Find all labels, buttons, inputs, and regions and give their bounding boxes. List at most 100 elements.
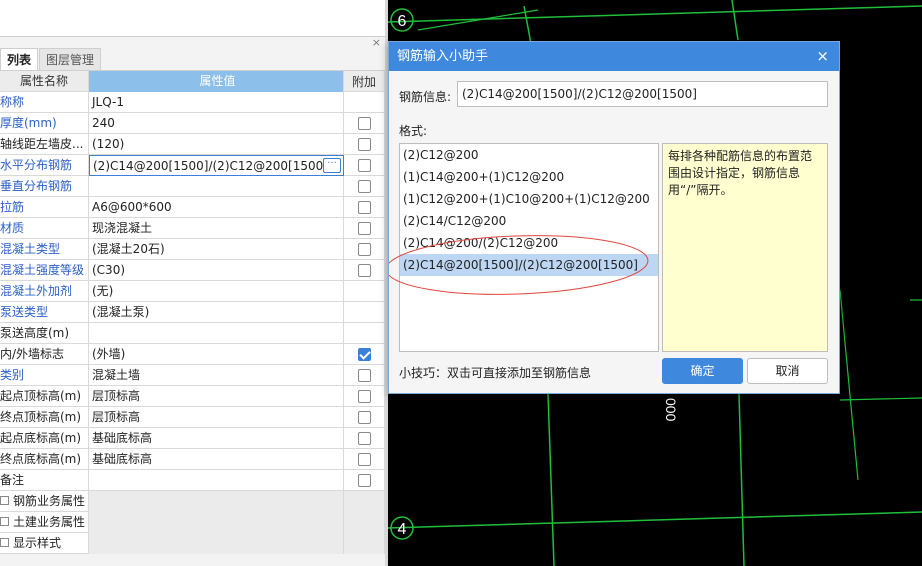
- property-row[interactable]: 水平分布钢筋 (2)C14@200[1500]/(2)C12@200[1500] ·…: [0, 155, 385, 176]
- checkbox[interactable]: [357, 369, 371, 382]
- property-row[interactable]: 混凝土外加剂 (无): [0, 281, 385, 302]
- hint-text: 小技巧：双击可直接添加至钢筋信息: [399, 366, 592, 380]
- add-cell: [344, 239, 385, 260]
- property-row[interactable]: 厚度(mm) 240: [0, 113, 385, 134]
- checkbox[interactable]: [357, 474, 371, 487]
- property-row[interactable]: 终点顶标高(m) 层顶标高: [0, 407, 385, 428]
- expand-icon[interactable]: [0, 538, 9, 547]
- property-row[interactable]: 称称 JLQ-1: [0, 92, 385, 113]
- property-value-text: A6@600*600: [92, 200, 172, 214]
- property-name: 厚度(mm): [0, 113, 89, 134]
- format-item[interactable]: (2)C12@200: [400, 144, 658, 166]
- property-value[interactable]: 240: [89, 113, 344, 134]
- checkbox[interactable]: [357, 222, 371, 235]
- format-item[interactable]: (1)C12@200+(1)C10@200+(1)C12@200: [400, 188, 658, 210]
- property-row[interactable]: 起点底标高(m) 基础底标高: [0, 428, 385, 449]
- format-item[interactable]: (2)C14@200/(2)C12@200: [400, 232, 658, 254]
- property-value[interactable]: 基础底标高: [89, 428, 344, 449]
- property-value[interactable]: 现浇混凝土: [89, 218, 344, 239]
- property-row[interactable]: 垂直分布钢筋: [0, 176, 385, 197]
- checkbox-checked[interactable]: [357, 348, 371, 361]
- property-value-text: 基础底标高: [92, 431, 153, 445]
- property-row[interactable]: 起点顶标高(m) 层顶标高: [0, 386, 385, 407]
- property-value-text: 现浇混凝土: [92, 221, 153, 235]
- property-row[interactable]: 拉筋 A6@600*600: [0, 197, 385, 218]
- property-group-label: 土建业务属性: [13, 515, 86, 529]
- rebar-info-label: 钢筋信息:: [399, 90, 452, 104]
- property-value[interactable]: JLQ-1: [89, 92, 344, 113]
- add-cell: [344, 428, 385, 449]
- property-value-text: (混凝土泵): [92, 305, 150, 319]
- property-value-text: 层顶标高: [92, 389, 141, 403]
- property-value[interactable]: [89, 470, 344, 491]
- property-value[interactable]: 混凝土墙: [89, 365, 344, 386]
- property-row[interactable]: 终点底标高(m) 基础底标高: [0, 449, 385, 470]
- property-value[interactable]: 层顶标高: [89, 386, 344, 407]
- add-cell: [344, 92, 385, 113]
- property-group-value: [89, 533, 344, 554]
- property-value[interactable]: A6@600*600: [89, 197, 344, 218]
- panel-close-icon[interactable]: ×: [372, 37, 381, 49]
- ellipsis-button[interactable]: ···: [323, 158, 341, 173]
- cancel-button[interactable]: 取消: [747, 358, 828, 384]
- format-item[interactable]: (1)C14@200+(1)C12@200: [400, 166, 658, 188]
- ok-button[interactable]: 确定: [662, 358, 743, 384]
- tab-list[interactable]: 列表: [0, 48, 39, 70]
- checkbox[interactable]: [357, 264, 371, 277]
- checkbox[interactable]: [357, 201, 371, 214]
- property-value[interactable]: 层顶标高: [89, 407, 344, 428]
- property-name: 混凝土强度等级: [0, 260, 89, 281]
- checkbox[interactable]: [357, 411, 371, 424]
- checkbox[interactable]: [357, 138, 371, 151]
- format-item-selected[interactable]: (2)C14@200[1500]/(2)C12@200[1500]: [400, 254, 658, 276]
- add-cell: [344, 155, 385, 176]
- tip-box: 每排各种配筋信息的布置范围由设计指定，钢筋信息用“/”隔开。: [662, 143, 828, 352]
- add-cell: [344, 113, 385, 134]
- property-row[interactable]: 混凝土强度等级 (C30): [0, 260, 385, 281]
- property-value[interactable]: (无): [89, 281, 344, 302]
- property-name: 终点底标高(m): [0, 449, 89, 470]
- property-row[interactable]: 内/外墙标志 (外墙): [0, 344, 385, 365]
- checkbox[interactable]: [357, 432, 371, 445]
- format-list[interactable]: (2)C12@200 (1)C14@200+(1)C12@200 (1)C12@…: [399, 143, 659, 352]
- dialog-close-icon[interactable]: ×: [816, 42, 829, 71]
- property-value[interactable]: (2)C14@200[1500]/(2)C12@200[1500] ···: [89, 155, 344, 176]
- add-cell: [344, 470, 385, 491]
- property-row[interactable]: 泵送类型 (混凝土泵): [0, 302, 385, 323]
- property-group-row[interactable]: 显示样式: [0, 533, 385, 554]
- axis-label-4: 4: [398, 521, 407, 538]
- property-value[interactable]: (混凝土20石): [89, 239, 344, 260]
- property-value-text: (120): [92, 137, 125, 151]
- column-header-add: 附加: [344, 71, 385, 92]
- property-value[interactable]: (120): [89, 134, 344, 155]
- property-row[interactable]: 类别 混凝土墙: [0, 365, 385, 386]
- property-value-text: (2)C14@200[1500]/(2)C12@200[1500]: [93, 159, 328, 173]
- property-row[interactable]: 材质 现浇混凝土: [0, 218, 385, 239]
- property-value[interactable]: [89, 323, 344, 344]
- property-value-text: 层顶标高: [92, 410, 141, 424]
- property-value[interactable]: [89, 176, 344, 197]
- checkbox[interactable]: [357, 180, 371, 193]
- format-item[interactable]: (2)C14/C12@200: [400, 210, 658, 232]
- property-value[interactable]: (C30): [89, 260, 344, 281]
- expand-icon[interactable]: [0, 517, 9, 526]
- property-row[interactable]: 混凝土类型 (混凝土20石): [0, 239, 385, 260]
- add-cell: [344, 491, 385, 512]
- checkbox[interactable]: [357, 117, 371, 130]
- property-value[interactable]: (混凝土泵): [89, 302, 344, 323]
- property-row[interactable]: 备注: [0, 470, 385, 491]
- rebar-info-input[interactable]: (2)C14@200[1500]/(2)C12@200[1500]: [457, 81, 828, 107]
- property-group-row[interactable]: 钢筋业务属性: [0, 491, 385, 512]
- property-row[interactable]: 泵送高度(m): [0, 323, 385, 344]
- checkbox[interactable]: [357, 243, 371, 256]
- tab-layer-management[interactable]: 图层管理: [39, 48, 102, 70]
- checkbox[interactable]: [357, 453, 371, 466]
- expand-icon[interactable]: [0, 496, 9, 505]
- rebar-input-dialog: 钢筋输入小助手 × 钢筋信息: (2)C14@200[1500]/(2)C12@…: [388, 41, 840, 394]
- property-row[interactable]: 轴线距左墙皮... (120): [0, 134, 385, 155]
- property-value[interactable]: (外墙): [89, 344, 344, 365]
- property-group-row[interactable]: 土建业务属性: [0, 512, 385, 533]
- property-value[interactable]: 基础底标高: [89, 449, 344, 470]
- checkbox[interactable]: [357, 159, 371, 172]
- checkbox[interactable]: [357, 390, 371, 403]
